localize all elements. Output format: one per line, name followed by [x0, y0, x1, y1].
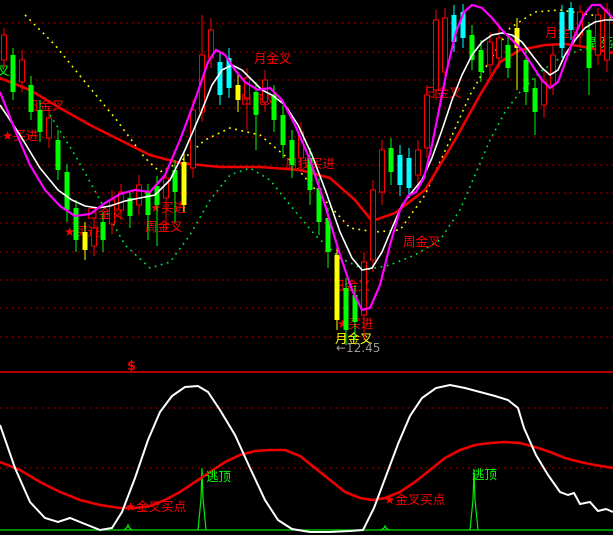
candle-body — [533, 88, 538, 112]
candle-body — [524, 60, 529, 92]
candle-body — [20, 60, 25, 82]
candle-body — [182, 162, 187, 205]
candle-body — [371, 190, 376, 260]
candle-body — [506, 45, 511, 68]
candle-body — [344, 288, 349, 330]
candle-body — [83, 232, 88, 250]
candle-body — [479, 50, 484, 72]
candle-body — [101, 222, 106, 240]
candle-body — [551, 55, 556, 85]
candle-body — [137, 185, 142, 205]
candle-body — [38, 110, 43, 132]
candle-body — [218, 62, 223, 95]
signal-label: 叉 — [0, 63, 10, 78]
candle-body — [380, 150, 385, 192]
candle-body — [587, 30, 592, 68]
candle-body — [560, 12, 565, 48]
candle-body — [110, 200, 115, 224]
candle-body — [443, 18, 448, 72]
candle-body — [407, 158, 412, 188]
candle-body — [65, 172, 70, 210]
candle-body — [542, 82, 547, 105]
candle-body — [11, 55, 16, 92]
candle-body — [92, 228, 97, 246]
signal-label: 周金叉 — [403, 234, 441, 249]
candle-body — [488, 42, 493, 65]
candle-body — [569, 8, 574, 30]
candle-body — [74, 208, 79, 240]
candle-body — [335, 255, 340, 320]
candle-body — [191, 110, 196, 168]
candle-body — [164, 178, 169, 198]
candle-body — [398, 155, 403, 185]
candle-body — [281, 115, 286, 145]
candle-body — [254, 92, 259, 115]
signal-label: 周金叉 — [145, 219, 183, 234]
separator-dollar-symbol: $ — [127, 359, 136, 374]
candle-body — [47, 118, 52, 138]
candle-body — [2, 35, 7, 60]
candle-body — [290, 140, 295, 165]
stock-chart[interactable]: 叉日金叉★买进日金叉★买进★买进周金叉月金叉日死叉周线买进周金叉日金叉★买进月金… — [0, 0, 613, 535]
candle-body — [416, 150, 421, 175]
candle-body — [236, 85, 241, 100]
indicator-signal-label: ★金叉买点 — [384, 492, 445, 507]
low-price-label: ←12.45 — [336, 341, 380, 355]
indicator-signal-label: ★金叉买点 — [125, 499, 186, 514]
candle-body — [605, 10, 610, 60]
candle-body — [497, 38, 502, 58]
indicator-signal-label: 逃顶 — [472, 467, 498, 482]
candle-body — [29, 85, 34, 112]
signal-label: 月金叉 — [254, 51, 292, 66]
candle-body — [56, 140, 61, 170]
stock-app-screen: 叉日金叉★买进日金叉★买进★买进周金叉月金叉日死叉周线买进周金叉日金叉★买进月金… — [0, 0, 613, 535]
candle-body — [389, 148, 394, 172]
candle-body — [434, 20, 439, 90]
indicator-signal-label: 逃顶 — [206, 469, 232, 484]
candle-body — [425, 95, 430, 148]
